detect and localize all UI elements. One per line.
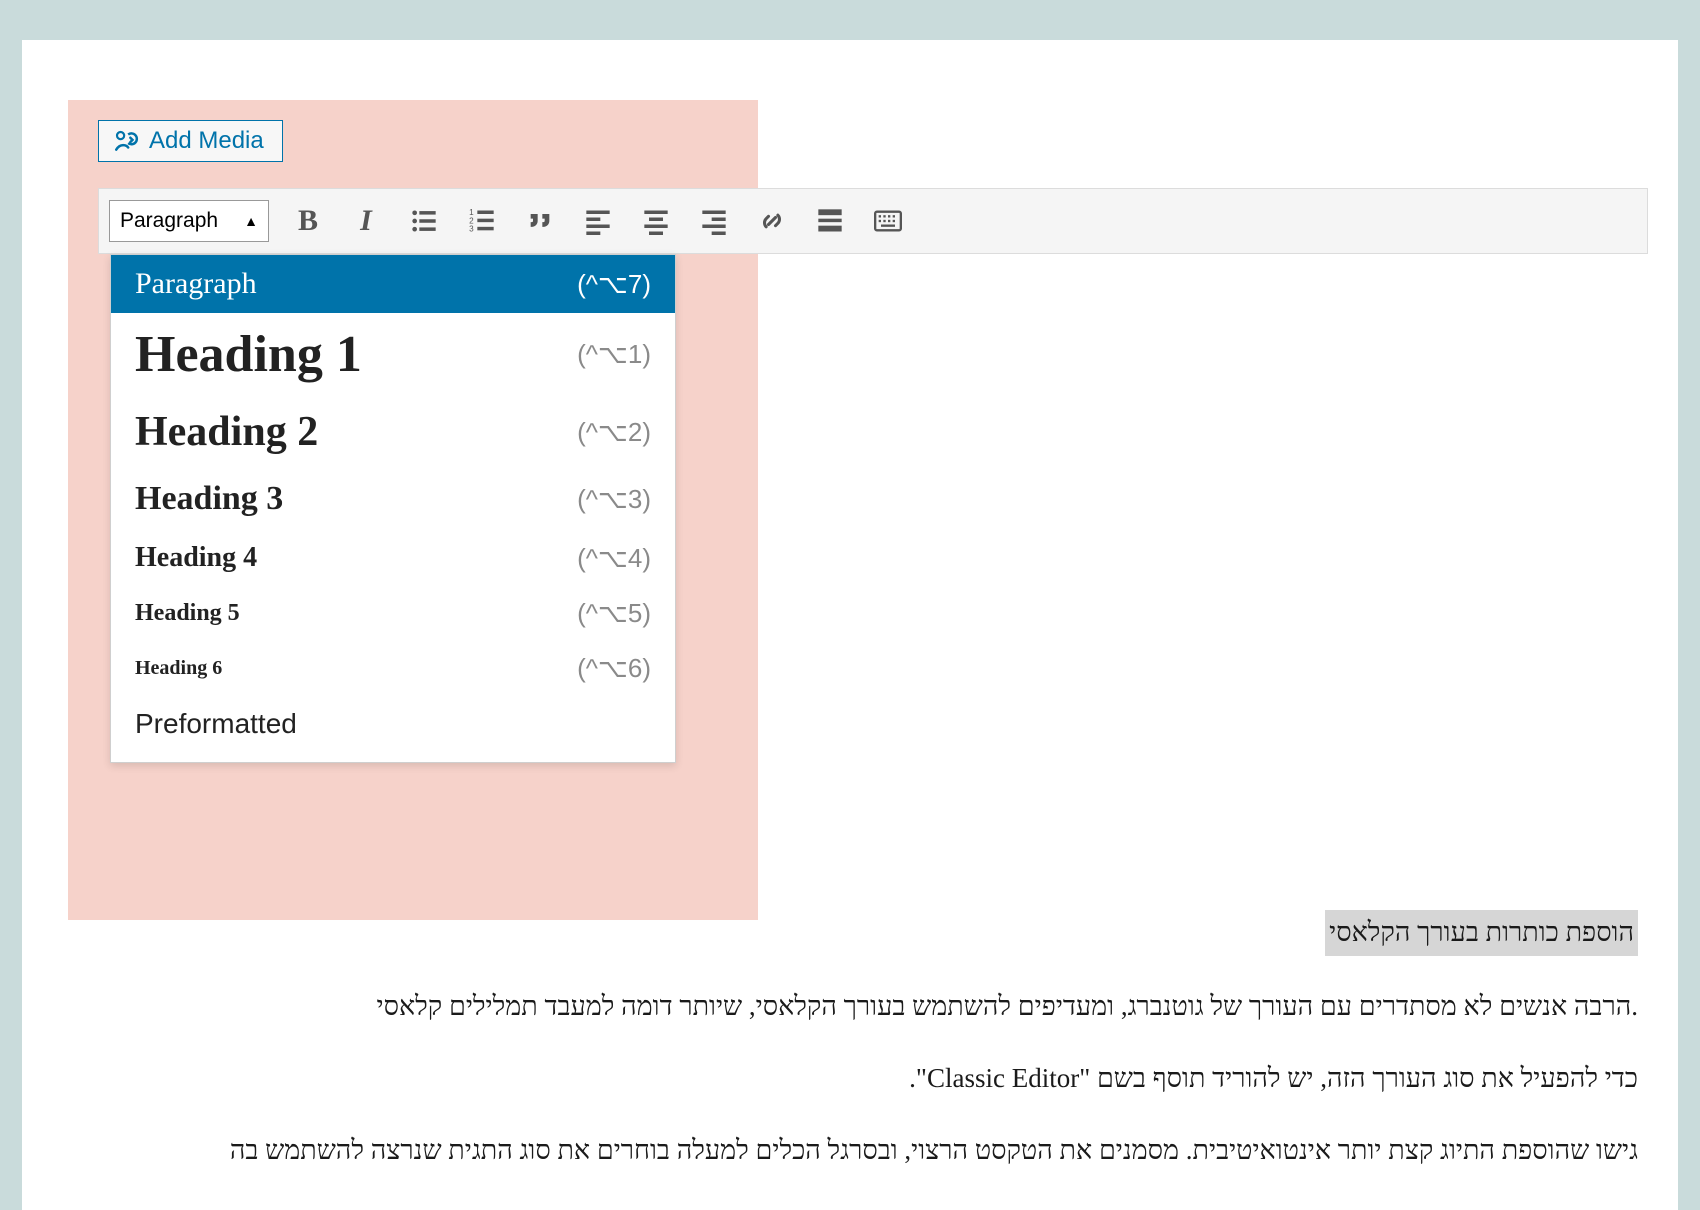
- format-option-shortcut: (^⌥6): [577, 653, 651, 684]
- format-option-shortcut: (^⌥3): [577, 484, 651, 515]
- svg-text:3: 3: [469, 225, 474, 234]
- italic-button[interactable]: I: [343, 198, 389, 244]
- add-media-button[interactable]: Add Media: [98, 120, 283, 162]
- format-dropdown-trigger[interactable]: Paragraph ▲: [109, 200, 269, 242]
- toolbar-toggle-button[interactable]: [865, 198, 911, 244]
- format-option-shortcut: (^⌥2): [577, 417, 651, 448]
- align-center-button[interactable]: [633, 198, 679, 244]
- format-option-heading-2[interactable]: Heading 2 (^⌥2): [111, 396, 675, 468]
- keyboard-icon: [874, 207, 902, 235]
- list-ol-icon: 1 2 3: [468, 207, 496, 235]
- image-caption: הוספת כותרות בעורך הקלאסי: [1325, 910, 1638, 956]
- format-option-label: Heading 3: [135, 480, 283, 518]
- link-button[interactable]: [749, 198, 795, 244]
- format-option-label: Preformatted: [135, 708, 297, 740]
- format-option-label: Heading 1: [135, 325, 362, 384]
- format-dropdown-menu: Paragraph (^⌥7) Heading 1 (^⌥1) Heading 2 (^⌥…: [110, 254, 676, 763]
- numbered-list-button[interactable]: 1 2 3: [459, 198, 505, 244]
- format-option-label: Heading 5: [135, 600, 240, 627]
- format-option-shortcut: (^⌥7): [577, 269, 651, 300]
- format-option-label: Heading 2: [135, 408, 318, 456]
- format-option-preformatted[interactable]: Preformatted: [111, 696, 675, 762]
- bulleted-list-button[interactable]: [401, 198, 447, 244]
- link-icon: [758, 207, 786, 235]
- align-right-icon: [700, 207, 728, 235]
- editor-panel: Add Media Paragraph ▲ B I 1 2 3: [22, 40, 1678, 1210]
- media-icon: [113, 128, 139, 154]
- chevron-up-icon: ▲: [244, 213, 258, 229]
- format-option-label: Heading 4: [135, 542, 257, 574]
- format-selected-label: Paragraph: [120, 209, 218, 233]
- quote-icon: [526, 207, 554, 235]
- format-option-heading-5[interactable]: Heading 5 (^⌥5): [111, 586, 675, 641]
- format-option-paragraph[interactable]: Paragraph (^⌥7): [111, 255, 675, 313]
- format-option-heading-4[interactable]: Heading 4 (^⌥4): [111, 530, 675, 586]
- paragraph-1: .הרבה אנשים לא מסתדרים עם העורך של גוטנב…: [110, 986, 1638, 1028]
- read-more-icon: [816, 207, 844, 235]
- paragraph-3: גישו שהוספת התיוג קצת יותר אינטואיטיבית.…: [110, 1130, 1638, 1172]
- format-option-label: Paragraph: [135, 267, 257, 301]
- format-option-heading-6[interactable]: Heading 6 (^⌥6): [111, 641, 675, 696]
- editor-content[interactable]: הוספת כותרות בעורך הקלאסי .הרבה אנשים לא…: [110, 910, 1638, 1201]
- editor-toolbar: Paragraph ▲ B I 1 2 3: [98, 188, 1648, 254]
- format-option-shortcut: (^⌥4): [577, 543, 651, 574]
- format-option-heading-1[interactable]: Heading 1 (^⌥1): [111, 313, 675, 396]
- blockquote-button[interactable]: [517, 198, 563, 244]
- bold-button[interactable]: B: [285, 198, 331, 244]
- paragraph-2: כדי להפעיל את סוג העורך הזה, יש להוריד ת…: [110, 1058, 1638, 1100]
- add-media-label: Add Media: [149, 127, 264, 155]
- align-center-icon: [642, 207, 670, 235]
- align-left-icon: [584, 207, 612, 235]
- read-more-button[interactable]: [807, 198, 853, 244]
- format-option-label: Heading 6: [135, 657, 222, 680]
- list-ul-icon: [410, 207, 438, 235]
- format-option-shortcut: (^⌥5): [577, 598, 651, 629]
- align-right-button[interactable]: [691, 198, 737, 244]
- format-option-shortcut: (^⌥1): [577, 339, 651, 370]
- align-left-button[interactable]: [575, 198, 621, 244]
- format-option-heading-3[interactable]: Heading 3 (^⌥3): [111, 468, 675, 530]
